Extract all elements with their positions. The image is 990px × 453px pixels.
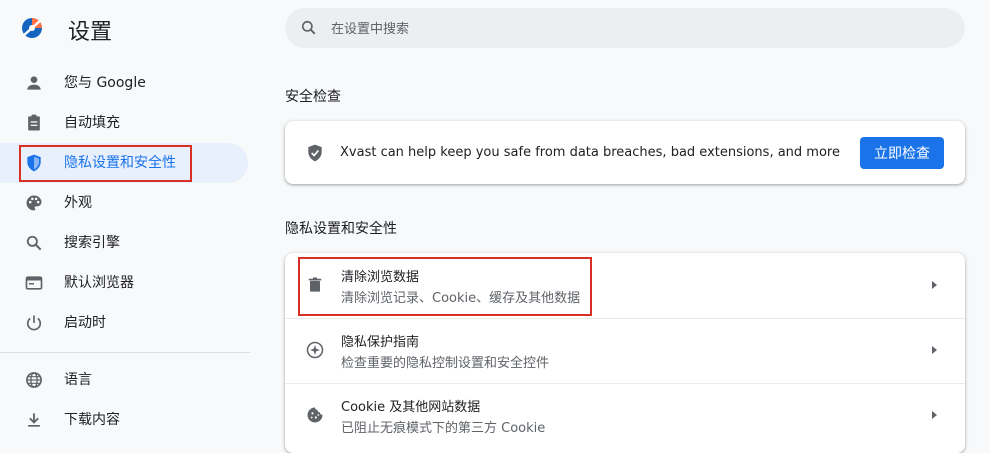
search-icon: [26, 235, 42, 251]
cookies-row[interactable]: Cookie 及其他网站数据 已阻止无痕模式下的第三方 Cookie: [285, 383, 965, 448]
sidebar-item-default-browser[interactable]: 默认浏览器: [0, 263, 248, 303]
safety-check-row: Xvast can help keep you safe from data b…: [285, 121, 965, 184]
privacy-section-heading: 隐私设置和安全性: [285, 221, 397, 237]
person-icon: [27, 76, 41, 90]
sidebar-item-label: 自动填充: [64, 115, 120, 131]
chevron-right-icon: [932, 346, 937, 354]
sidebar-item-you-and-google[interactable]: 您与 Google: [0, 63, 248, 103]
sidebar-item-label: 启动时: [64, 315, 106, 331]
search-bar[interactable]: [285, 8, 965, 50]
download-icon: [28, 413, 40, 427]
chevron-right-icon: [932, 411, 937, 419]
row-title: 隐私保护指南: [341, 335, 420, 350]
globe-icon: [26, 372, 42, 388]
clear-browsing-data-row[interactable]: 清除浏览数据 清除浏览记录、Cookie、缓存及其他数据: [285, 253, 965, 318]
compass-icon: [306, 341, 324, 359]
sidebar-item-label: 您与 Google: [64, 75, 146, 91]
app-logo-icon: [22, 18, 42, 38]
trash-icon: [308, 277, 322, 292]
sidebar-item-label: 外观: [64, 195, 92, 211]
row-subtitle: 清除浏览记录、Cookie、缓存及其他数据: [341, 291, 581, 306]
sidebar-item-downloads[interactable]: 下载内容: [0, 400, 248, 440]
browser-window-icon: [25, 276, 43, 290]
sidebar: 设置 您与 Google 自动填充 隐私设置和安全性 外观 搜索引擎 默认浏览器…: [0, 0, 250, 448]
shield-icon: [27, 154, 41, 172]
row-subtitle: 已阻止无痕模式下的第三方 Cookie: [341, 421, 546, 436]
sidebar-item-label: 默认浏览器: [64, 275, 134, 291]
row-divider: [285, 383, 965, 384]
sidebar-item-languages[interactable]: 语言: [0, 360, 248, 400]
search-icon: [301, 20, 316, 35]
power-icon: [26, 315, 42, 331]
sidebar-item-label: 下载内容: [64, 412, 120, 428]
cookie-icon: [307, 407, 323, 423]
safety-check-description: Xvast can help keep you safe from data b…: [340, 145, 840, 160]
row-title: 清除浏览数据: [341, 270, 420, 285]
clipboard-icon: [28, 114, 40, 131]
sidebar-item-search-engine[interactable]: 搜索引擎: [0, 223, 248, 263]
page-title: 设置: [68, 20, 113, 45]
row-subtitle: 检查重要的隐私控制设置和安全控件: [341, 356, 550, 371]
shield-check-icon: [308, 144, 322, 162]
search-input[interactable]: [329, 8, 933, 50]
row-divider: [285, 318, 965, 319]
privacy-guide-row[interactable]: 隐私保护指南 检查重要的隐私控制设置和安全控件: [285, 318, 965, 383]
sidebar-item-privacy-security[interactable]: 隐私设置和安全性: [0, 143, 248, 183]
sidebar-item-label: 隐私设置和安全性: [64, 155, 176, 171]
sidebar-item-on-startup[interactable]: 启动时: [0, 303, 248, 343]
privacy-card: 清除浏览数据 清除浏览记录、Cookie、缓存及其他数据 隐私保护指南 检查重要…: [285, 253, 965, 453]
sidebar-item-label: 语言: [64, 372, 92, 388]
row-title: Cookie 及其他网站数据: [341, 400, 481, 415]
sidebar-item-autofill[interactable]: 自动填充: [0, 103, 248, 143]
chevron-right-icon: [932, 281, 937, 289]
safety-check-card: Xvast can help keep you safe from data b…: [285, 121, 965, 184]
palette-icon: [26, 195, 42, 211]
check-now-button[interactable]: 立即检查: [860, 137, 944, 169]
sidebar-item-appearance[interactable]: 外观: [0, 183, 248, 223]
sidebar-item-label: 搜索引擎: [64, 235, 120, 251]
safety-check-heading: 安全检查: [285, 89, 341, 105]
sidebar-divider: [0, 352, 250, 353]
